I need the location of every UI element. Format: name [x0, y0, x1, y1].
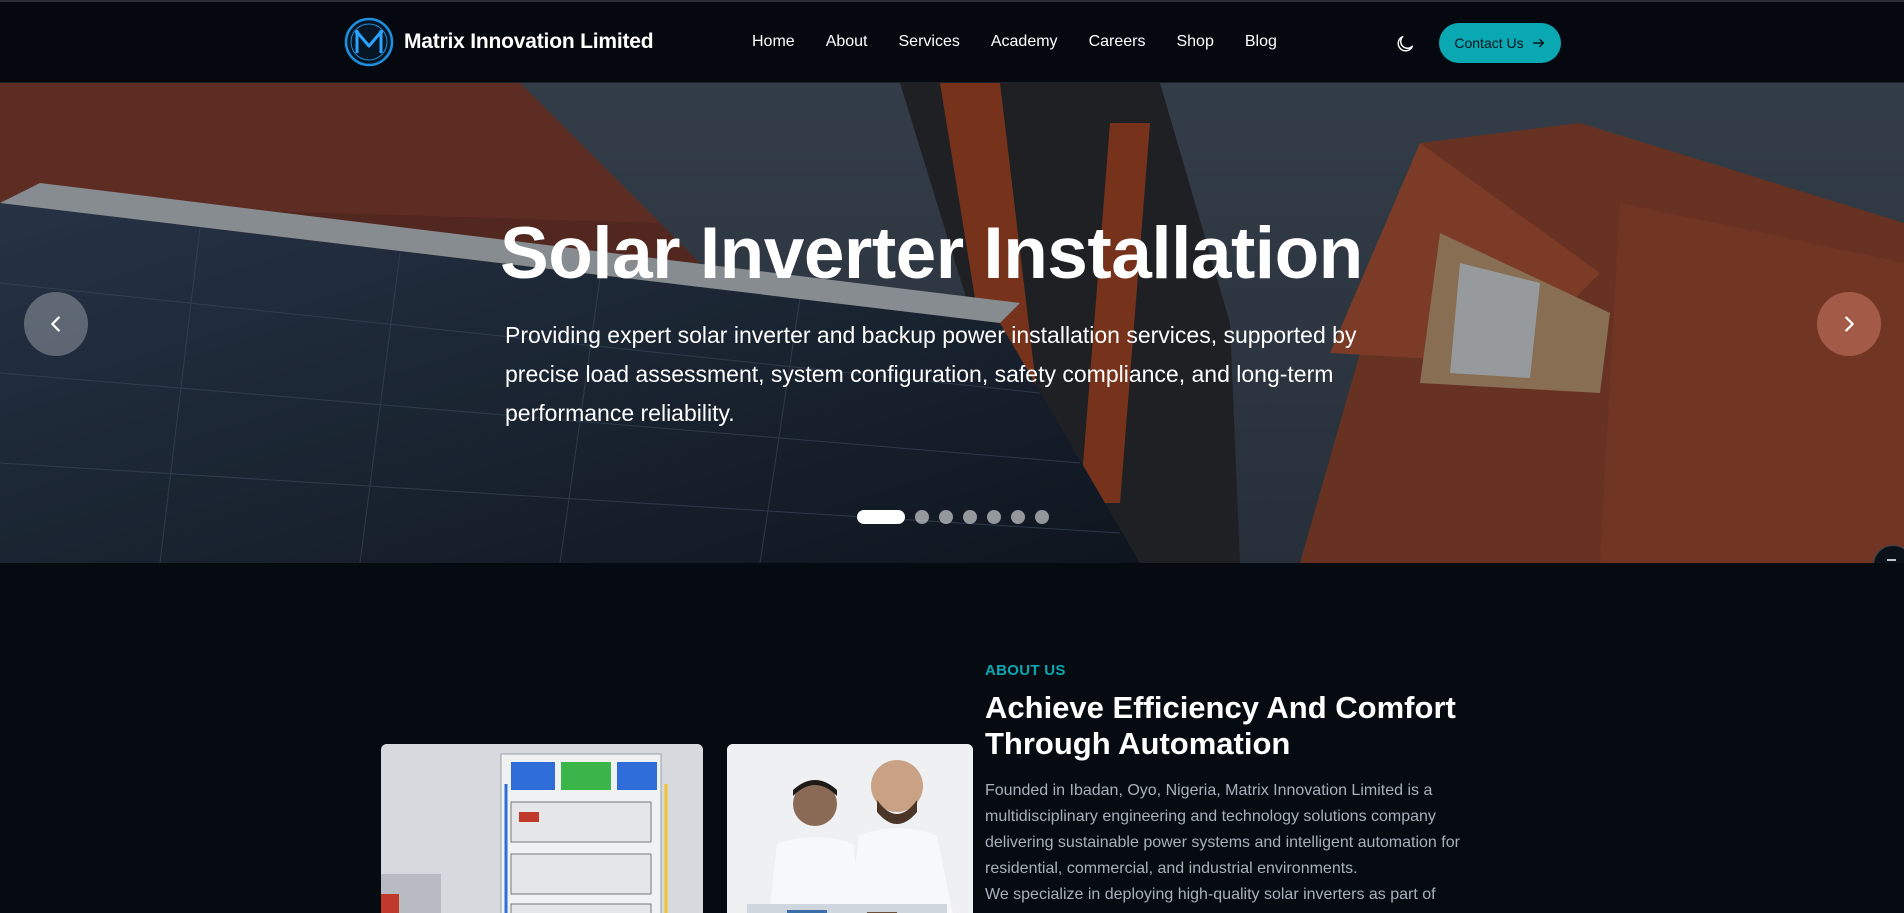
- nav-shop[interactable]: Shop: [1176, 33, 1213, 51]
- slide-dot-7[interactable]: [1035, 510, 1049, 524]
- slide-dot-4[interactable]: [963, 510, 977, 524]
- nav-services[interactable]: Services: [899, 33, 960, 51]
- chevron-left-icon: [51, 316, 60, 332]
- about-description: Founded in Ibadan, Oyo, Nigeria, Matrix …: [985, 778, 1495, 908]
- about-title: Achieve Efficiency And Comfort Through A…: [985, 690, 1456, 761]
- nav-home[interactable]: Home: [752, 33, 795, 51]
- slide-dot-3[interactable]: [939, 510, 953, 524]
- about-paragraph-1: Founded in Ibadan, Oyo, Nigeria, Matrix …: [985, 782, 1460, 877]
- slide-dot-1[interactable]: [857, 510, 905, 524]
- arrow-right-icon: [1532, 38, 1544, 48]
- technicians-image: [727, 744, 973, 913]
- about-eyebrow: ABOUT US: [985, 662, 1066, 679]
- slide-dot-5[interactable]: [987, 510, 1001, 524]
- brand-name[interactable]: Matrix Innovation Limited: [404, 30, 654, 54]
- next-slide-button[interactable]: [1817, 292, 1881, 356]
- prev-slide-button[interactable]: [24, 292, 88, 356]
- chevron-right-icon: [1845, 316, 1854, 332]
- nav-about[interactable]: About: [826, 33, 868, 51]
- hero-subtitle: Providing expert solar inverter and back…: [505, 322, 1357, 426]
- matrix-logo-icon[interactable]: [344, 17, 394, 67]
- main-nav: Home About Services Academy Careers Shop…: [752, 33, 1308, 51]
- settings-list-icon: [1887, 559, 1896, 561]
- moon-icon[interactable]: [1394, 33, 1416, 55]
- about-paragraph-2: We specialize in deploying high-quality …: [985, 886, 1436, 903]
- nav-careers[interactable]: Careers: [1089, 33, 1146, 51]
- site-header: Matrix Innovation Limited Home About Ser…: [0, 2, 1904, 83]
- hero-slider: Solar Inverter Installation Providing ex…: [0, 83, 1904, 563]
- slider-pagination: [857, 510, 1049, 524]
- nav-blog[interactable]: Blog: [1245, 33, 1277, 51]
- slide-dot-2[interactable]: [915, 510, 929, 524]
- slide-dot-6[interactable]: [1011, 510, 1025, 524]
- contact-us-label: Contact Us: [1454, 35, 1524, 51]
- nav-academy[interactable]: Academy: [991, 33, 1058, 51]
- contact-us-button[interactable]: Contact Us: [1439, 23, 1561, 63]
- hero-title: Solar Inverter Installation: [500, 213, 1363, 294]
- electrical-panel-image: [381, 744, 703, 913]
